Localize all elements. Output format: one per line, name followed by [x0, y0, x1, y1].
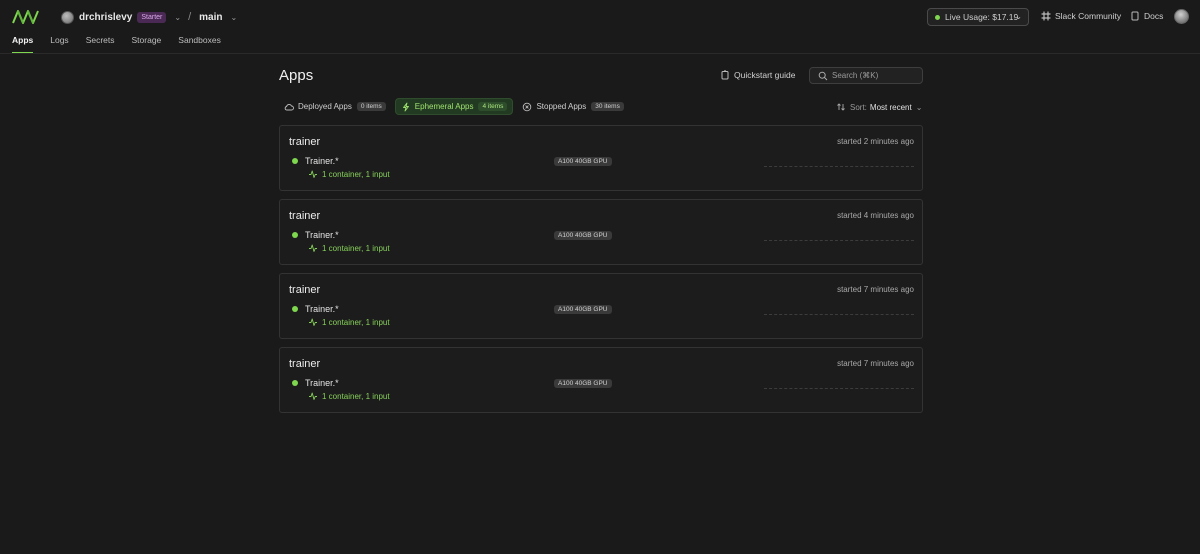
chevron-down-icon[interactable]: ⌄ [231, 13, 238, 22]
function-status-dot [292, 306, 298, 312]
chevron-down-icon: ⌄ [1015, 12, 1022, 21]
activity-icon [309, 318, 317, 326]
nav-secrets[interactable]: Secrets [86, 35, 115, 53]
function-status: 1 container, 1 input [308, 243, 390, 253]
activity-icon [309, 244, 317, 252]
search-input[interactable] [832, 71, 922, 80]
page-title: Apps [279, 67, 314, 84]
activity-sparkline [764, 240, 914, 241]
quickstart-guide-button[interactable]: Quickstart guide [720, 70, 795, 80]
tab-ephemeral-apps[interactable]: Ephemeral Apps 4 items [394, 98, 514, 115]
docs-link[interactable]: Docs [1130, 11, 1163, 21]
activity-icon [309, 392, 317, 400]
app-name[interactable]: trainer [289, 284, 320, 296]
function-status: 1 container, 1 input [308, 169, 390, 179]
nav-logs[interactable]: Logs [50, 35, 68, 53]
lightning-icon [402, 102, 409, 111]
chevron-down-icon[interactable]: ⌄ [174, 13, 181, 22]
search-box[interactable] [809, 67, 923, 84]
workspace-avatar [61, 10, 74, 24]
app-started-time: started 7 minutes ago [837, 285, 914, 294]
app-started-time: started 7 minutes ago [837, 359, 914, 368]
slack-community-label: Slack Community [1055, 11, 1122, 21]
function-status-dot [292, 158, 298, 164]
app-tabs: Deployed Apps 0 items Ephemeral Apps 4 i… [279, 98, 633, 115]
plan-badge: Starter [137, 11, 167, 23]
live-usage-label: Live Usage: $17.19 [945, 12, 1019, 22]
tab-label: Deployed Apps [298, 102, 352, 111]
modal-logo-icon[interactable] [12, 8, 40, 26]
top-bar: drchrislevy Starter ⌄ / main ⌄ Live Usag… [0, 0, 1200, 54]
sort-dropdown[interactable]: Sort: Most recent ⌄ [836, 102, 922, 112]
nav-storage[interactable]: Storage [132, 35, 162, 53]
app-name[interactable]: trainer [289, 136, 320, 148]
function-status: 1 container, 1 input [308, 391, 390, 401]
live-usage-button[interactable]: Live Usage: $17.19 ⌄ [927, 8, 1029, 26]
app-card[interactable]: trainer started 7 minutes ago Trainer.* … [279, 273, 923, 339]
workspace-name: drchrislevy [79, 11, 133, 23]
activity-sparkline [764, 166, 914, 167]
function-status: 1 container, 1 input [308, 317, 390, 327]
function-name[interactable]: Trainer.* [305, 230, 339, 240]
quickstart-label: Quickstart guide [734, 70, 796, 80]
app-started-time: started 2 minutes ago [837, 137, 914, 146]
stop-circle-icon [523, 102, 532, 111]
environment-name[interactable]: main [199, 12, 222, 23]
app-started-time: started 4 minutes ago [837, 211, 914, 220]
activity-sparkline [764, 314, 914, 315]
tab-count-badge: 4 items [478, 102, 508, 111]
activity-icon [309, 170, 317, 178]
function-status-dot [292, 380, 298, 386]
gpu-badge: A100 40GB GPU [554, 379, 612, 388]
tab-count-badge: 0 items [356, 102, 386, 111]
app-card[interactable]: trainer started 2 minutes ago Trainer.* … [279, 125, 923, 191]
function-name[interactable]: Trainer.* [305, 156, 339, 166]
app-name[interactable]: trainer [289, 358, 320, 370]
tab-label: Ephemeral Apps [414, 102, 474, 111]
nav-sandboxes[interactable]: Sandboxes [178, 35, 221, 53]
sort-icon [837, 103, 845, 111]
nav-apps[interactable]: Apps [12, 35, 34, 53]
sort-label: Sort: [850, 102, 867, 112]
gpu-badge: A100 40GB GPU [554, 157, 612, 166]
tab-deployed-apps[interactable]: Deployed Apps 0 items [279, 98, 391, 115]
sort-value: Most recent [869, 102, 912, 112]
slack-icon [1041, 11, 1051, 21]
function-name[interactable]: Trainer.* [305, 378, 339, 388]
breadcrumb-separator: / [188, 11, 192, 23]
tab-count-badge: 30 items [591, 102, 624, 111]
docs-label: Docs [1144, 11, 1164, 21]
activity-sparkline [764, 388, 914, 389]
function-name[interactable]: Trainer.* [305, 304, 339, 314]
function-status-dot [292, 232, 298, 238]
function-status-text: 1 container, 1 input [322, 243, 390, 253]
slack-community-link[interactable]: Slack Community [1041, 11, 1121, 21]
app-card[interactable]: trainer started 4 minutes ago Trainer.* … [279, 199, 923, 265]
cloud-icon [284, 103, 294, 110]
tab-label: Stopped Apps [536, 102, 587, 111]
main-nav: Apps Logs Secrets Storage Sandboxes [12, 35, 238, 53]
tab-stopped-apps[interactable]: Stopped Apps 30 items [517, 98, 628, 115]
workspace-switcher[interactable]: drchrislevy Starter ⌄ / main ⌄ [61, 10, 237, 24]
function-status-text: 1 container, 1 input [322, 169, 390, 179]
search-icon [818, 71, 828, 80]
app-card[interactable]: trainer started 7 minutes ago Trainer.* … [279, 347, 923, 413]
gpu-badge: A100 40GB GPU [554, 231, 612, 240]
clipboard-icon [721, 70, 729, 80]
live-status-dot [935, 14, 940, 20]
function-status-text: 1 container, 1 input [322, 317, 390, 327]
function-status-text: 1 container, 1 input [322, 391, 390, 401]
chevron-down-icon: ⌄ [915, 102, 923, 112]
gpu-badge: A100 40GB GPU [554, 305, 612, 314]
app-name[interactable]: trainer [289, 210, 320, 222]
user-avatar[interactable] [1174, 9, 1189, 24]
book-icon [1131, 11, 1139, 21]
